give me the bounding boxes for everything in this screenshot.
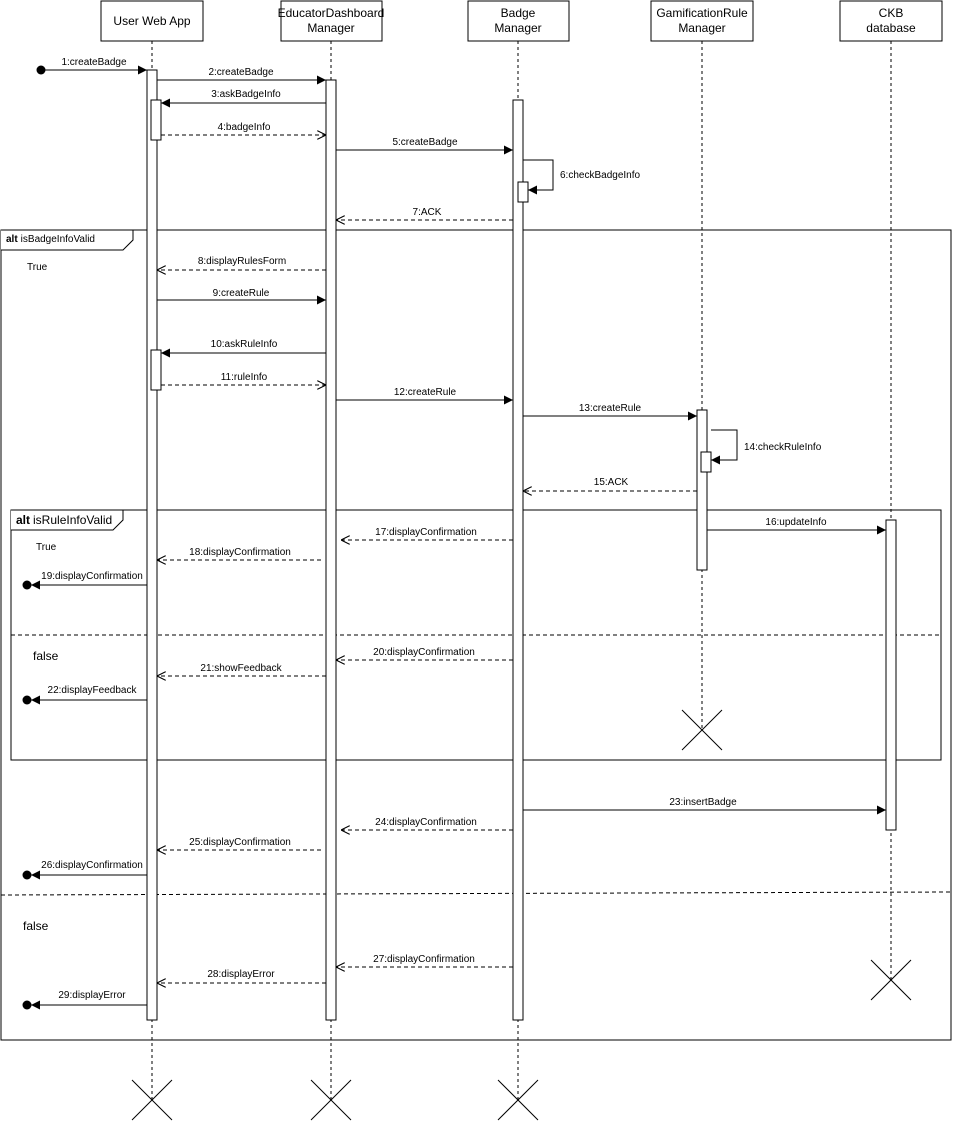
msg-25: 25:displayConfirmation [157,837,321,850]
activation-user-web-app-nested [150,99,162,141]
msg-13: 13:createRule [523,403,697,421]
msg-21: 21:showFeedback [157,663,326,676]
msg-1: 1:createBadge [36,57,147,75]
activation-ckb-database [885,519,897,831]
participant-label: EducatorDashboard [278,6,385,20]
msg-label: 24:displayConfirmation [375,817,477,828]
guard-outer-true: True [27,262,48,273]
guard-outer-false: false [23,919,49,933]
activation-gamification-rule-manager [696,409,708,571]
msg-label: 27:displayConfirmation [373,954,475,965]
activation-user-web-app [146,69,158,1021]
sequence-diagram: User Web App EducatorDashboard Manager B… [0,0,952,1121]
msg-5: 5:createBadge [336,137,513,155]
activation-gamification-rule-manager-nested [700,451,712,473]
msg-label: 10:askRuleInfo [211,339,278,350]
msg-label: 2:createBadge [208,67,273,78]
msg-9: 9:createRule [157,288,326,305]
participant-label: Manager [678,21,725,35]
msg-16: 16:updateInfo [707,517,886,535]
participant-educator-dashboard-manager: EducatorDashboard Manager [278,0,385,42]
participant-badge-manager: Badge Manager [467,0,570,42]
msg-6-self: 6:checkBadgeInfo [523,159,640,195]
msg-28: 28:displayError [157,969,326,983]
msg-label: 28:displayError [207,969,275,980]
guard-inner-false: false [33,649,59,663]
participant-label: database [866,21,916,35]
msg-27: 27:displayConfirmation [336,954,513,967]
activation-badge-manager-nested [517,181,529,203]
alt-outer-divider [0,891,952,896]
msg-label: 22:displayFeedback [48,685,138,696]
msg-12: 12:createRule [336,387,513,405]
msg-17: 17:displayConfirmation [341,527,513,540]
guard-inner-true: True [36,542,57,553]
msg-label: 13:createRule [579,403,642,414]
msg-label: 21:showFeedback [200,663,282,674]
msg-label: 17:displayConfirmation [375,527,477,538]
msg-7: 7:ACK [336,207,513,220]
msg-label: 14:checkRuleInfo [744,442,822,453]
msg-label: 12:createRule [394,387,457,398]
msg-2: 2:createBadge [157,67,326,85]
participant-gamification-rule-manager: GamificationRule Manager [650,0,754,42]
msg-23: 23:insertBadge [523,797,886,815]
msg-11: 11:ruleInfo [161,372,326,385]
msg-26: 26:displayConfirmation [22,860,147,880]
msg-8: 8:displayRulesForm [157,256,326,270]
participant-label: GamificationRule [656,6,748,20]
participant-label: Manager [494,21,541,35]
msg-20: 20:displayConfirmation [336,647,513,660]
msg-label: 9:createRule [213,288,270,299]
msg-label: 18:displayConfirmation [189,547,291,558]
activation-user-web-app-nested [150,349,162,391]
msg-label: 16:updateInfo [765,517,827,528]
msg-label: 29:displayError [58,990,126,1001]
msg-15: 15:ACK [523,477,697,491]
msg-label: 23:insertBadge [669,797,737,808]
msg-10: 10:askRuleInfo [161,339,326,358]
participant-label: Badge [501,6,536,20]
msg-label: 3:askBadgeInfo [211,89,281,100]
msg-3: 3:askBadgeInfo [161,89,326,108]
msg-label: 26:displayConfirmation [41,860,143,871]
msg-label: 7:ACK [413,207,442,218]
msg-label: 6:checkBadgeInfo [560,170,640,181]
msg-29: 29:displayError [22,990,147,1010]
participant-label: CKB [879,6,904,20]
msg-label: 8:displayRulesForm [198,256,286,267]
msg-4: 4:badgeInfo [161,122,326,135]
msg-label: 4:badgeInfo [218,122,271,133]
msg-18: 18:displayConfirmation [157,547,321,560]
participant-ckb-database: CKB database [839,0,943,42]
msg-label: 15:ACK [594,477,629,488]
msg-label: 19:displayConfirmation [41,571,143,582]
activation-educator-dashboard-manager [325,79,337,1021]
participant-user-web-app: User Web App [100,0,204,42]
msg-label: 20:displayConfirmation [373,647,475,658]
participant-label: User Web App [113,14,190,28]
msg-label: 11:ruleInfo [221,372,268,383]
msg-label: 5:createBadge [392,137,457,148]
msg-14-self: 14:checkRuleInfo [711,429,822,465]
msg-24: 24:displayConfirmation [341,817,513,830]
msg-label: 1:createBadge [61,57,126,68]
participant-label: Manager [307,21,354,35]
msg-22: 22:displayFeedback [22,685,147,705]
msg-19: 19:displayConfirmation [22,571,147,590]
msg-label: 25:displayConfirmation [189,837,291,848]
activation-badge-manager [512,99,524,1021]
